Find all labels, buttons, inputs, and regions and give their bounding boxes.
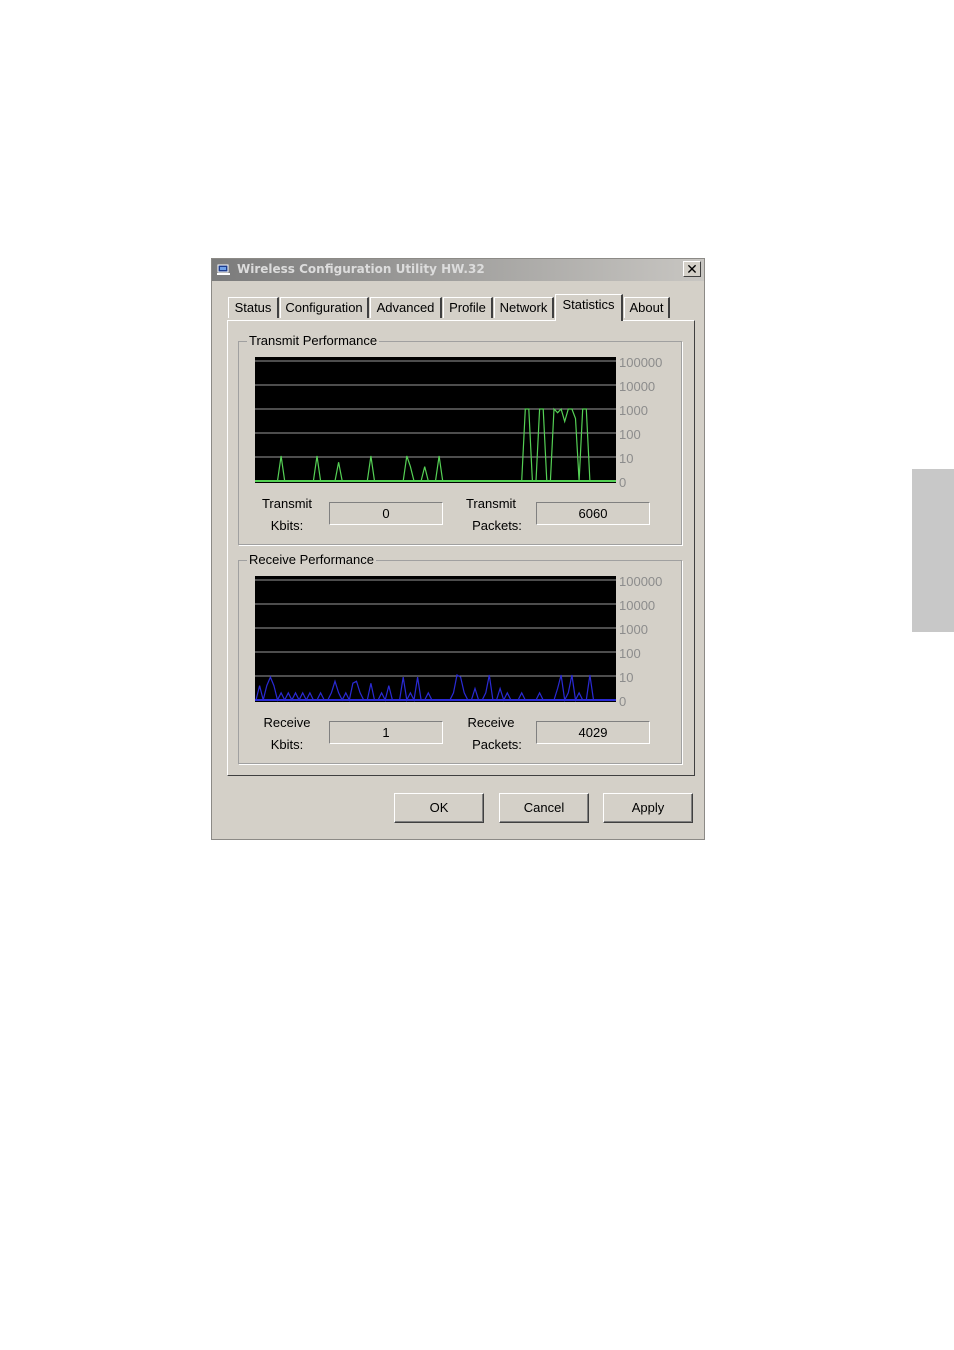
tab-status[interactable]: Status (228, 297, 279, 318)
transmit-kbits-label-2: Kbits: (270, 518, 304, 533)
tx-scale-100000: 100000 (619, 355, 663, 370)
receive-graph (255, 576, 616, 702)
transmit-graph-svg (255, 360, 616, 482)
config-window: Wireless Configuration Utility HW.32 ✕ S… (211, 258, 705, 840)
receive-graph-svg (255, 579, 616, 702)
receive-kbits-label-2: Kbits: (270, 737, 304, 752)
rx-scale-10000: 10000 (619, 598, 656, 613)
close-button[interactable]: ✕ (683, 261, 701, 277)
statistics-panel: Transmit Performance 100000 10000 1000 1… (227, 320, 695, 776)
tx-scale-100: 100 (619, 427, 641, 442)
receive-packets-value: 4029 (536, 721, 650, 744)
tx-scale-10000: 10000 (619, 379, 656, 394)
transmit-kbits-value: 0 (329, 502, 443, 525)
rx-scale-100: 100 (619, 646, 641, 661)
cancel-button[interactable]: Cancel (499, 793, 589, 823)
tab-statistics[interactable]: Statistics (555, 294, 623, 321)
rx-scale-10: 10 (619, 670, 634, 685)
receive-kbits-value: 1 (329, 721, 443, 744)
tab-configuration[interactable]: Configuration (280, 297, 369, 318)
transmit-series-line-0 (256, 455, 615, 482)
rx-scale-100000: 100000 (619, 574, 663, 589)
rx-scale-0: 0 (619, 694, 627, 709)
receive-group-label: Receive Performance (247, 552, 376, 567)
transmit-graph (255, 357, 616, 483)
rx-scale-1000: 1000 (619, 622, 648, 637)
ok-button[interactable]: OK (394, 793, 484, 823)
tab-profile[interactable]: Profile (443, 297, 493, 318)
tx-scale-10: 10 (619, 451, 634, 466)
transmit-burst-line (521, 407, 615, 482)
tab-advanced[interactable]: Advanced (370, 297, 442, 318)
receive-kbits-label-1: Receive (263, 715, 311, 730)
transmit-packets-value: 6060 (536, 502, 650, 525)
transmit-group-label: Transmit Performance (247, 333, 380, 348)
title-bar: Wireless Configuration Utility HW.32 ✕ (212, 259, 704, 281)
transmit-packets-label-2: Packets: (472, 518, 522, 533)
apply-button[interactable]: Apply (603, 793, 693, 823)
tx-scale-1000: 1000 (619, 403, 648, 418)
receive-packets-label-2: Packets: (472, 737, 522, 752)
receive-series-line-0 (255, 674, 615, 702)
transmit-packets-label-1: Transmit (465, 496, 517, 511)
transmit-performance-group: Transmit Performance 100000 10000 1000 1… (238, 333, 682, 545)
window-title: Wireless Configuration Utility HW.32 (237, 262, 485, 276)
page-edge-tab (912, 469, 954, 632)
tab-about[interactable]: About (624, 297, 670, 318)
transmit-kbits-label-1: Transmit (261, 496, 313, 511)
network-computer-icon (217, 264, 230, 275)
tab-network[interactable]: Network (494, 297, 554, 318)
receive-packets-label-1: Receive (467, 715, 515, 730)
tx-scale-0: 0 (619, 475, 627, 490)
receive-performance-group: Receive Performance 100000 10000 1000 10… (238, 552, 682, 764)
